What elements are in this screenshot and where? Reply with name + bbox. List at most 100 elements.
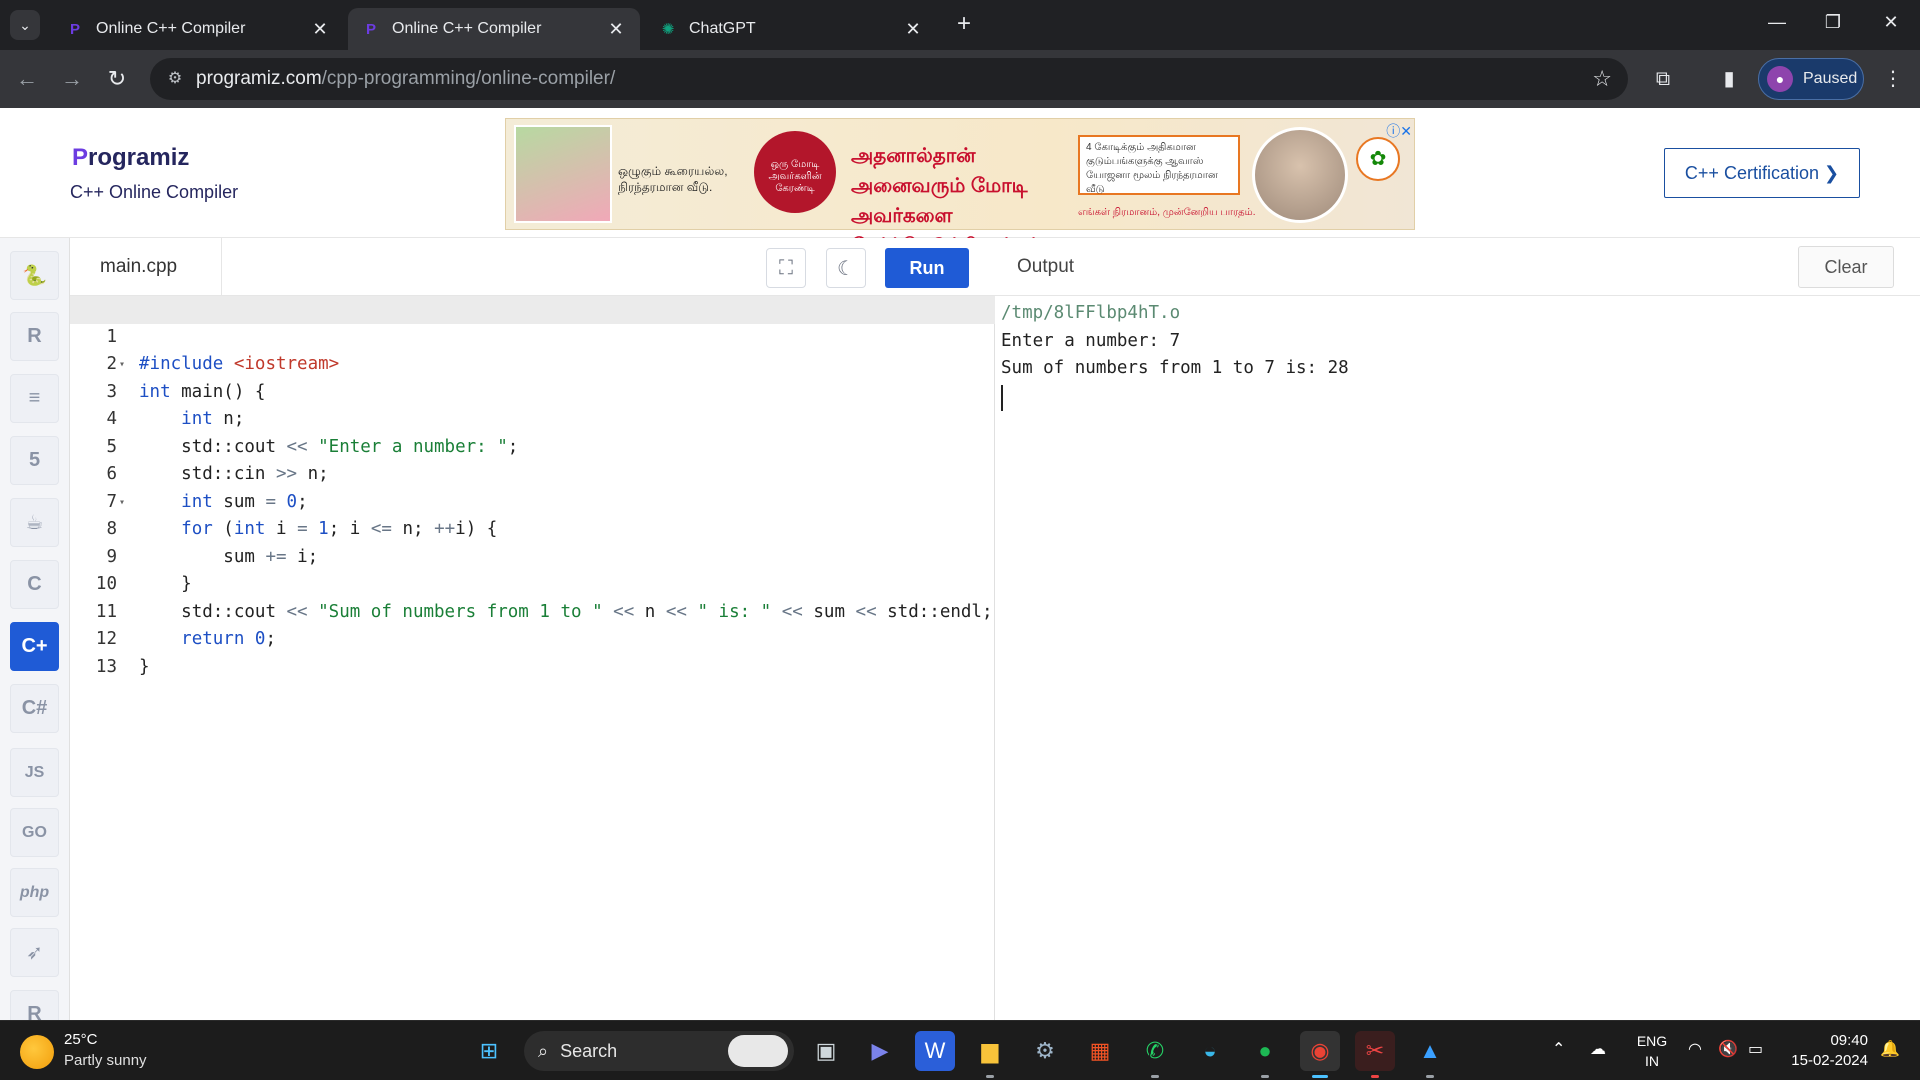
output-title: Output — [1017, 256, 1075, 277]
teams-icon[interactable]: ▶ — [860, 1031, 900, 1071]
weather-temperature[interactable]: 25°C — [64, 1031, 98, 1048]
language-r-icon[interactable]: R — [10, 312, 59, 361]
url-domain: programiz.com — [196, 68, 322, 89]
running-indicator — [1261, 1075, 1269, 1078]
tab-title: ChatGPT — [689, 20, 756, 37]
ad-family-image — [514, 125, 612, 223]
edge-icon[interactable]: ◒ — [1190, 1031, 1230, 1071]
task-view-icon[interactable]: ▣ — [806, 1031, 846, 1071]
logo-text: rogramiz — [88, 144, 190, 171]
battery-icon[interactable]: ▭ — [1748, 1039, 1763, 1059]
language-html-icon[interactable]: 5 — [10, 436, 59, 485]
photos-icon[interactable]: ▲ — [1410, 1031, 1450, 1071]
tab-online-compiler-1[interactable]: P Online C++ Compiler ✕ — [52, 8, 344, 50]
run-button[interactable]: Run — [885, 248, 969, 288]
language-swift-icon[interactable]: ➶ — [10, 928, 59, 977]
fullscreen-icon[interactable]: ⛶ — [766, 248, 806, 288]
ad-info-box: 4 கோடிக்கும் அதிகமான குடும்பங்களுக்கு ஆவ… — [1078, 135, 1240, 195]
browser-menu-icon[interactable]: ⋮ — [1878, 64, 1908, 94]
extensions-icon[interactable]: ⧉ — [1648, 64, 1678, 94]
language-java-icon[interactable]: ☕ — [10, 498, 59, 547]
programiz-icon: P — [365, 20, 376, 38]
profile-paused-button[interactable]: ● Paused — [1758, 58, 1864, 100]
notification-bell-icon[interactable]: 🔔 — [1880, 1039, 1900, 1059]
tab-title: Online C++ Compiler — [96, 20, 246, 37]
forward-button[interactable]: → — [57, 64, 87, 94]
weather-condition[interactable]: Partly sunny — [64, 1052, 147, 1069]
logo-mark: P — [72, 144, 89, 171]
clock-date: 15-02-2024 — [1791, 1052, 1868, 1069]
side-panel-icon[interactable]: ▮ — [1714, 64, 1744, 94]
language-indicator[interactable]: ENG IN — [1634, 1031, 1670, 1071]
snipping-tool-icon[interactable]: ✂ — [1355, 1031, 1395, 1071]
file-tab-main-cpp[interactable]: main.cpp — [70, 238, 222, 296]
site-header: Programiz C++ Online Compiler ஒழுகும் கூ… — [0, 108, 1920, 257]
settings-icon[interactable]: ⚙ — [1025, 1031, 1065, 1071]
file-explorer-icon[interactable]: ▆ — [970, 1031, 1010, 1071]
clear-button[interactable]: Clear — [1798, 246, 1894, 288]
code-editor[interactable]: 1 #include <iostream> 2 ▾ int main() { 3 … — [70, 296, 995, 1020]
language-cpp-icon[interactable]: C+ — [10, 622, 59, 671]
wifi-icon[interactable]: ◠ — [1688, 1039, 1702, 1059]
copilot-icon[interactable] — [728, 1035, 788, 1067]
site-info-icon[interactable]: ⚙ — [164, 68, 186, 90]
code-line: 6 int sum = 0; — [70, 434, 995, 512]
code-line: 7 ▾ for (int i = 1; i <= n; ++i) { — [70, 461, 995, 540]
whatsapp-icon[interactable]: ✆ — [1135, 1031, 1175, 1071]
windows-taskbar: 25°C Partly sunny ⊞ ⌕ Search ▣ ▶ W ▆ ⚙ ▦… — [0, 1020, 1920, 1080]
code-line: 9 } — [70, 516, 995, 595]
chevron-up-icon[interactable]: ⌃ — [1552, 1039, 1565, 1059]
code-line: 4 std::cout << "Enter a number: "; — [70, 379, 995, 457]
spotify-icon[interactable]: ● — [1245, 1031, 1285, 1071]
reload-button[interactable]: ↻ — [102, 64, 132, 94]
microsoft-store-icon[interactable]: ▦ — [1080, 1031, 1120, 1071]
bookmark-star-icon[interactable]: ☆ — [1592, 66, 1612, 92]
code-token: } — [139, 656, 150, 677]
new-tab-button[interactable]: + — [950, 11, 978, 39]
taskbar-clock[interactable]: 09:40 15-02-2024 — [1786, 1031, 1868, 1071]
language-go-icon[interactable]: GO — [10, 808, 59, 857]
close-icon[interactable]: ✕ — [903, 19, 923, 40]
language-csharp-icon[interactable]: C# — [10, 684, 59, 733]
ad-close-icon[interactable]: ⓘ✕ — [1386, 121, 1412, 141]
dark-mode-icon[interactable]: ☾ — [826, 248, 866, 288]
advertisement-banner[interactable]: ஒழுகும் கூரையல்ல, நிரந்தரமான வீடு. ஒரு ம… — [505, 118, 1415, 257]
word-app-icon[interactable]: W — [915, 1031, 955, 1071]
tab-search-button[interactable]: ⌄ — [10, 10, 40, 40]
search-icon: ⌕ — [538, 1040, 549, 1061]
minimize-button[interactable]: — — [1762, 12, 1792, 33]
language-sql-icon[interactable]: ≡ — [10, 374, 59, 423]
onedrive-icon[interactable]: ☁ — [1590, 1039, 1606, 1059]
taskbar-search[interactable]: ⌕ Search — [524, 1031, 794, 1071]
url-path: /cpp-programming/online-compiler/ — [321, 68, 616, 89]
active-indicator — [1312, 1075, 1328, 1078]
chrome-icon[interactable]: ◉ — [1300, 1031, 1340, 1071]
address-bar[interactable]: ⚙ programiz.com/cpp-programming/online-c… — [150, 58, 1628, 100]
cpp-certification-button[interactable]: C++ Certification ❯ — [1664, 148, 1860, 198]
close-window-button[interactable]: ✕ — [1876, 12, 1906, 33]
clock-time: 09:40 — [1830, 1032, 1868, 1049]
ad-text-1: ஒழுகும் கூரையல்ல, நிரந்தரமான வீடு. — [618, 164, 728, 194]
language-c-icon[interactable]: C — [10, 560, 59, 609]
windows-start-icon[interactable]: ⊞ — [469, 1031, 509, 1071]
output-terminal[interactable]: /tmp/8lFFlbp4hT.o Enter a number: 7 Sum … — [995, 296, 1920, 1020]
code-line: 10 std::cout << "Sum of numbers from 1 t… — [70, 544, 995, 622]
tab-online-compiler-2[interactable]: P Online C++ Compiler ✕ — [348, 8, 640, 50]
browser-toolbar: ← → ↻ ⚙ programiz.com/cpp-programming/on… — [0, 50, 1920, 108]
volume-muted-icon[interactable]: 🔇 — [1718, 1039, 1738, 1059]
language-php-icon[interactable]: php — [10, 868, 59, 917]
language-js-icon[interactable]: JS — [10, 748, 59, 797]
output-header: Output Clear — [995, 238, 1920, 296]
weather-sun-icon[interactable] — [20, 1035, 54, 1069]
programiz-icon: P — [69, 20, 80, 38]
code-line: 11 return 0; — [70, 571, 995, 650]
restore-button[interactable]: ❐ — [1818, 12, 1848, 33]
close-icon[interactable]: ✕ — [606, 19, 626, 40]
back-button[interactable]: ← — [12, 64, 42, 94]
programiz-logo[interactable]: Programiz — [72, 144, 189, 172]
language-python-icon[interactable]: 🐍 — [10, 251, 59, 300]
search-label: Search — [560, 1040, 618, 1061]
tab-chatgpt[interactable]: ✺ ChatGPT ✕ — [645, 8, 937, 50]
close-icon[interactable]: ✕ — [310, 19, 330, 40]
lang-bottom: IN — [1645, 1053, 1659, 1069]
